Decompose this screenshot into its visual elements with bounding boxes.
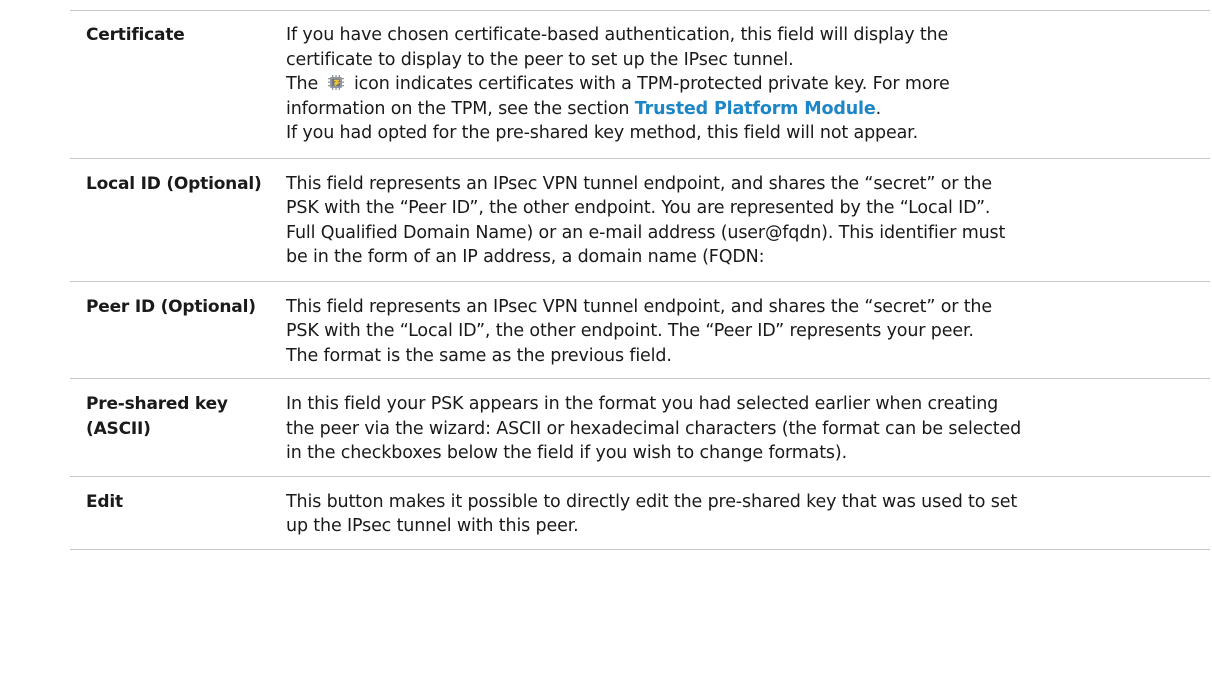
table-row-certificate: Certificate If you have chosen certifica… bbox=[70, 10, 1210, 159]
description-certificate: If you have chosen certificate-based aut… bbox=[266, 11, 1210, 159]
description-line: PSK with the “Peer ID”, the other endpoi… bbox=[286, 198, 991, 218]
description-line: Full Qualified Domain Name) or an e-mail… bbox=[286, 222, 1006, 243]
table-row-edit: Edit This button makes it possible to di… bbox=[70, 476, 1210, 549]
description-local-id: This field represents an IPsec VPN tunne… bbox=[266, 158, 1210, 281]
term-line: Pre-shared key bbox=[86, 394, 228, 414]
description-line: certificate to display to the peer to se… bbox=[286, 49, 794, 70]
term-peer-id: Peer ID (Optional) bbox=[86, 296, 256, 317]
description-line: This button makes it possible to directl… bbox=[286, 491, 1018, 512]
definition-table: Certificate If you have chosen certifica… bbox=[70, 10, 1210, 550]
tpm-chip-icon bbox=[327, 75, 344, 90]
term-local-id: Local ID (Optional) bbox=[86, 173, 262, 194]
link-line-before: information on the TPM, see the section bbox=[286, 98, 630, 119]
description-line: If you had opted for the pre-shared key … bbox=[286, 123, 919, 143]
description-line: be in the form of an IP address, a domai… bbox=[286, 247, 765, 267]
description-line: This field represents an IPsec VPN tunne… bbox=[286, 296, 992, 317]
description-line: If you have chosen certificate-based aut… bbox=[286, 25, 949, 45]
link-line-after: . bbox=[875, 98, 882, 119]
description-peer-id: This field represents an IPsec VPN tunne… bbox=[266, 281, 1210, 379]
description-line: This field represents an IPsec VPN tunne… bbox=[286, 173, 992, 194]
table-row-pre-shared-key: Pre-shared key (ASCII) In this field you… bbox=[70, 378, 1210, 477]
description-line: The format is the same as the previous f… bbox=[286, 345, 672, 366]
description-line: PSK with the “Local ID”, the other endpo… bbox=[286, 321, 974, 341]
icon-line-after: icon indicates certificates with a TPM-p… bbox=[353, 74, 950, 94]
table-row-peer-id: Peer ID (Optional) This field represents… bbox=[70, 281, 1210, 379]
description-line: In this field your PSK appears in the fo… bbox=[286, 394, 999, 414]
description-edit: This button makes it possible to directl… bbox=[266, 476, 1210, 549]
description-line-with-link: information on the TPM, see the section … bbox=[286, 97, 1190, 122]
term-certificate: Certificate bbox=[86, 25, 185, 45]
term-line: (ASCII) bbox=[86, 418, 151, 439]
term-edit: Edit bbox=[86, 491, 123, 512]
icon-line-before: The bbox=[286, 74, 319, 94]
trusted-platform-module-link[interactable]: Trusted Platform Module bbox=[635, 99, 876, 119]
term-pre-shared-key: Pre-shared key (ASCII) bbox=[70, 379, 266, 477]
description-line: up the IPsec tunnel with this peer. bbox=[286, 516, 579, 536]
description-line: the peer via the wizard: ASCII or hexade… bbox=[286, 418, 1022, 439]
description-line-with-icon: The icon indicates certificates with a T… bbox=[286, 72, 1190, 97]
description-line: in the checkboxes below the field if you… bbox=[286, 443, 847, 463]
table-row-local-id: Local ID (Optional) This field represent… bbox=[70, 158, 1210, 281]
description-pre-shared-key: In this field your PSK appears in the fo… bbox=[266, 379, 1210, 477]
